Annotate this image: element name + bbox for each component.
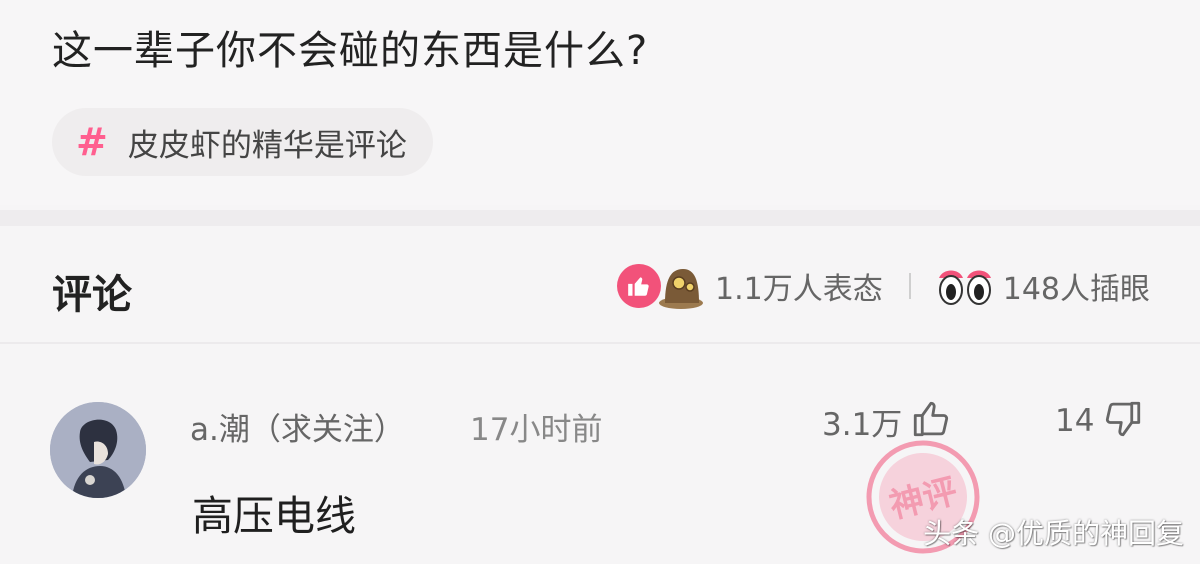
- topic-label: 皮皮虾的精华是评论: [127, 127, 407, 164]
- row-divider: [0, 342, 1200, 344]
- comment-timestamp: 17小时前: [470, 412, 603, 448]
- avatar[interactable]: [50, 402, 146, 498]
- hashtag-icon: #: [76, 120, 108, 164]
- comments-title: 评论: [52, 272, 132, 318]
- like-count: 3.1万: [822, 406, 903, 443]
- page: 这一辈子你不会碰的东西是什么? # 皮皮虾的精华是评论 评论 1.1万人表态 1…: [0, 0, 1200, 564]
- comments-header: 评论 1.1万人表态 148人插眼: [0, 228, 1200, 340]
- reaction-count: 1.1万人表态: [715, 272, 883, 307]
- stats-separator: [908, 273, 911, 299]
- watermark: 头条 @优质的神回复: [923, 517, 1184, 550]
- dislike-count: 14: [1055, 403, 1095, 439]
- thumbs-up-reaction-icon: [617, 264, 662, 308]
- section-divider: [0, 210, 1200, 226]
- thumbs-down-icon: [1102, 398, 1144, 444]
- comment-body: 高压电线: [192, 492, 356, 540]
- peek-count: 148人插眼: [1002, 272, 1150, 307]
- question-title: 这一辈子你不会碰的东西是什么?: [52, 28, 649, 74]
- mole-reaction-icon: [657, 263, 705, 309]
- dislike-button[interactable]: 14: [1055, 398, 1144, 444]
- topic-tag[interactable]: # 皮皮虾的精华是评论: [52, 108, 433, 176]
- comment-username[interactable]: a.潮（求关注）: [190, 404, 405, 449]
- comment-stats: 1.1万人表态 148人插眼: [617, 262, 1150, 310]
- question-header: 这一辈子你不会碰的东西是什么? # 皮皮虾的精华是评论: [0, 0, 1200, 205]
- eyes-icon: [937, 264, 993, 308]
